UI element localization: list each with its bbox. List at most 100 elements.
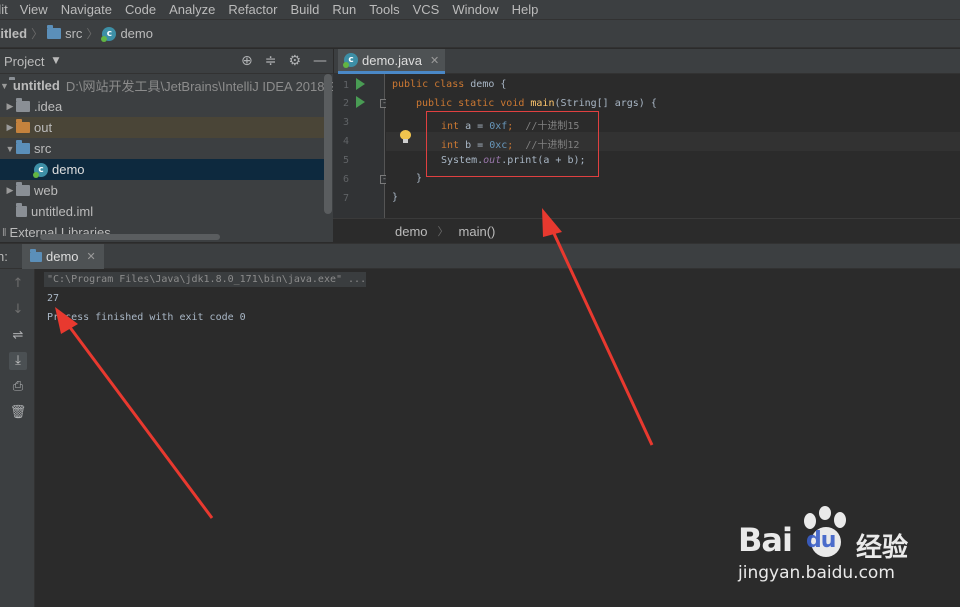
breadcrumb-class[interactable]: demo bbox=[395, 224, 428, 239]
console-exit-message: Process finished with exit code 0 bbox=[47, 312, 246, 323]
tree-vertical-scrollbar[interactable] bbox=[324, 74, 332, 214]
menu-run[interactable]: Run bbox=[332, 2, 356, 17]
tab-label: demo.java bbox=[362, 52, 422, 68]
navigation-bar: titled 〉 src 〉 c demo bbox=[0, 19, 960, 48]
tree-item-src[interactable]: ▼ src bbox=[0, 138, 324, 159]
menu-build[interactable]: Build bbox=[290, 2, 319, 17]
print-icon[interactable]: ⎙ bbox=[9, 378, 27, 396]
baidu-jingyan-watermark: Bai du 经验 jingyan.baidu.com bbox=[738, 503, 938, 587]
tree-item-idea[interactable]: ▶ .idea bbox=[0, 96, 324, 117]
tree-item-untitled[interactable]: ▼ untitled D:\网站开发工具\JetBrains\IntelliJ … bbox=[0, 75, 333, 96]
menu-navigate[interactable]: Navigate bbox=[61, 2, 112, 17]
run-panel-header: n: demo ✕ bbox=[0, 243, 960, 269]
tree-item-label: untitled bbox=[12, 78, 60, 93]
source-folder-icon bbox=[16, 140, 30, 154]
locate-icon[interactable]: ⊕ bbox=[241, 53, 253, 69]
hide-icon[interactable]: — bbox=[313, 53, 327, 69]
project-path: D:\网站开发工具\JetBrains\IntelliJ IDEA 2018.2 bbox=[65, 79, 333, 94]
close-icon[interactable]: ✕ bbox=[430, 54, 439, 67]
java-class-icon: c bbox=[101, 26, 117, 42]
menu-view[interactable]: View bbox=[20, 2, 48, 17]
crumb-file[interactable]: c demo bbox=[101, 26, 153, 42]
project-panel-tools: ⊕ ≑ ⚙ — bbox=[241, 53, 327, 69]
console-command: "C:\Program Files\Java\jdk1.8.0_171\bin\… bbox=[47, 274, 367, 285]
close-icon[interactable]: ✕ bbox=[87, 250, 96, 263]
lightbulb-icon[interactable] bbox=[400, 130, 411, 144]
code-line-7: } bbox=[392, 192, 399, 203]
breadcrumb-method[interactable]: main() bbox=[459, 224, 496, 239]
crumb-separator: 〉 bbox=[437, 226, 449, 238]
tab-demo-java[interactable]: c demo.java ✕ bbox=[338, 49, 445, 74]
tab-run-demo[interactable]: demo ✕ bbox=[22, 244, 104, 269]
run-gutter-icon[interactable] bbox=[356, 96, 365, 108]
crumb-file-label: demo bbox=[120, 26, 153, 41]
project-tree: ▼ untitled D:\网站开发工具\JetBrains\IntelliJ … bbox=[0, 74, 333, 242]
run-tab-label: demo bbox=[46, 249, 79, 264]
run-toolbar: ↑ ↓ ⇌ ⤓ ⎙ 🗑 bbox=[0, 269, 35, 607]
menu-window[interactable]: Window bbox=[452, 2, 498, 17]
line-number: 2 bbox=[342, 98, 349, 109]
watermark-brand: Bai du bbox=[738, 521, 836, 559]
soft-wrap-icon[interactable]: ⇌ bbox=[9, 327, 27, 345]
java-class-icon: c bbox=[343, 53, 358, 68]
arrow-down-icon[interactable]: ↓ bbox=[9, 301, 27, 319]
tree-item-out[interactable]: ▶ out bbox=[0, 117, 324, 138]
tree-item-label: demo bbox=[52, 162, 85, 177]
collapse-all-icon[interactable]: ≑ bbox=[265, 53, 277, 69]
gear-icon[interactable]: ⚙ bbox=[288, 53, 301, 69]
menu-code[interactable]: Code bbox=[125, 2, 156, 17]
run-gutter-icon[interactable] bbox=[356, 78, 365, 90]
menu-refactor[interactable]: Refactor bbox=[228, 2, 277, 17]
line-number: 1 bbox=[342, 80, 349, 91]
tree-item-label: untitled.iml bbox=[31, 204, 94, 219]
scroll-to-end-icon[interactable]: ⤓ bbox=[9, 352, 27, 370]
expand-arrow-icon[interactable]: ▶ bbox=[4, 185, 16, 196]
line-number: 4 bbox=[342, 136, 349, 147]
tree-item-untitled-iml[interactable]: untitled.iml bbox=[0, 201, 324, 222]
chevron-down-icon[interactable]: ▼ bbox=[52, 56, 59, 66]
line-number: 7 bbox=[342, 193, 349, 204]
menu-analyze[interactable]: Analyze bbox=[169, 2, 215, 17]
run-config-icon bbox=[30, 248, 42, 262]
folder-icon bbox=[16, 98, 30, 112]
crumb-folder-label: src bbox=[65, 26, 83, 41]
expand-arrow-icon[interactable]: ▼ bbox=[0, 81, 9, 91]
tree-item-label: src bbox=[34, 141, 52, 156]
crumb-separator: 〉 bbox=[86, 27, 99, 41]
expand-arrow-icon[interactable]: ▶ bbox=[4, 101, 16, 112]
run-panel-label: n: bbox=[0, 248, 8, 264]
expand-arrow-icon[interactable]: ▶ bbox=[4, 122, 16, 133]
menu-tools[interactable]: Tools bbox=[369, 2, 399, 17]
project-panel-header: Project ▼ ⊕ ≑ ⚙ — bbox=[0, 49, 333, 74]
crumb-separator: 〉 bbox=[31, 27, 44, 41]
menu-vcs[interactable]: VCS bbox=[413, 2, 440, 17]
tree-item-demo[interactable]: c demo bbox=[0, 159, 324, 180]
menu-bar: dit View Navigate Code Analyze Refactor … bbox=[0, 0, 960, 19]
highlight-box bbox=[426, 111, 599, 177]
library-icon: ‖ bbox=[2, 226, 7, 239]
folder-icon bbox=[16, 182, 30, 196]
project-view-selector[interactable]: Project bbox=[4, 54, 44, 69]
tree-horizontal-scrollbar[interactable] bbox=[40, 234, 220, 240]
crumb-project[interactable]: titled bbox=[0, 26, 27, 41]
watermark-url: jingyan.baidu.com bbox=[738, 563, 895, 583]
menu-help[interactable]: Help bbox=[512, 2, 539, 17]
code-line-1: public class demo { bbox=[392, 79, 507, 90]
watermark-jingyan: 经验 bbox=[856, 533, 909, 563]
crumb-folder[interactable]: src bbox=[47, 25, 83, 41]
trash-icon[interactable]: 🗑 bbox=[9, 404, 27, 422]
line-number: 6 bbox=[342, 174, 349, 185]
expand-arrow-icon[interactable]: ▼ bbox=[4, 144, 16, 154]
menu-edit[interactable]: dit bbox=[0, 2, 8, 17]
arrow-up-icon[interactable]: ↑ bbox=[9, 275, 27, 293]
editor-breadcrumb: demo 〉 main() bbox=[333, 218, 960, 243]
editor-tabs: c demo.java ✕ bbox=[333, 49, 960, 74]
tree-item-label: .idea bbox=[34, 99, 63, 114]
line-number: 3 bbox=[342, 117, 349, 128]
code-line-6: } bbox=[416, 173, 423, 184]
java-class-icon: c bbox=[33, 162, 48, 178]
tree-item-web[interactable]: ▶ web bbox=[0, 180, 324, 201]
tree-item-label: web bbox=[34, 183, 58, 198]
file-icon bbox=[16, 203, 27, 217]
tree-item-label: out bbox=[34, 120, 53, 135]
